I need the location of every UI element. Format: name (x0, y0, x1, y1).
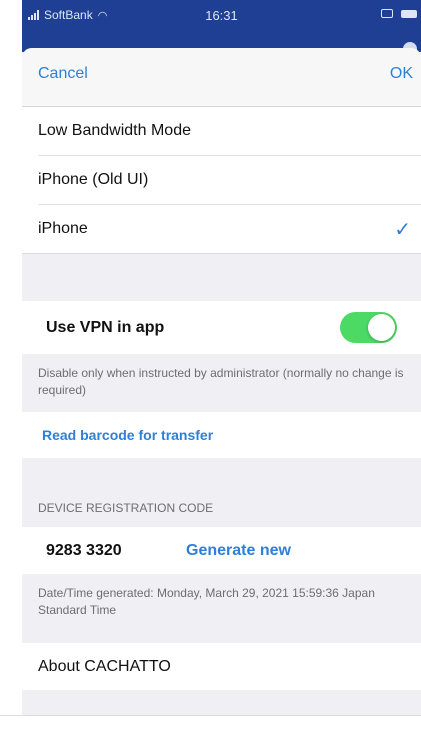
ok-button[interactable]: OK (390, 65, 413, 83)
status-time: 16:31 (205, 8, 238, 23)
ui-mode-low-bandwidth[interactable]: Low Bandwidth Mode (22, 107, 421, 155)
frame-bottom-border (0, 715, 421, 716)
ui-mode-list: Low Bandwidth Mode iPhone (Old UI) iPhon… (22, 107, 421, 253)
nav-bar: Cancel OK (22, 48, 421, 107)
registration-code: 9283 3320 (46, 541, 122, 559)
battery-icon (401, 9, 417, 18)
about-label: About CACHATTO (38, 657, 171, 675)
ui-mode-iphone[interactable]: iPhone ✓ (22, 205, 421, 253)
toggle-knob (368, 314, 395, 341)
vpn-label: Use VPN in app (46, 318, 165, 336)
checkmark-icon: ✓ (394, 219, 411, 241)
screenshot-frame: SoftBank ◠ 16:31 Cancel OK Low Bandwidth… (0, 0, 421, 732)
generated-date-note: Date/Time generated: Monday, March 29, 2… (38, 586, 375, 617)
phone-screen: SoftBank ◠ 16:31 Cancel OK Low Bandwidth… (22, 0, 421, 715)
ui-mode-iphone-old[interactable]: iPhone (Old UI) (22, 156, 421, 204)
ui-mode-label: Low Bandwidth Mode (38, 122, 191, 139)
registration-header: DEVICE REGISTRATION CODE (38, 501, 214, 515)
generate-new-button[interactable]: Generate new (186, 542, 291, 560)
vpn-toggle[interactable] (340, 312, 397, 343)
ui-mode-label: iPhone (Old UI) (38, 171, 149, 188)
settings-sheet: Cancel OK Low Bandwidth Mode iPhone (Old… (22, 48, 421, 715)
read-barcode-link[interactable]: Read barcode for transfer (22, 427, 213, 443)
status-bar: SoftBank ◠ 16:31 (22, 0, 421, 56)
vpn-note: Disable only when instructed by administ… (38, 366, 404, 397)
about-row[interactable]: About CACHATTO (22, 643, 421, 690)
status-right (381, 9, 417, 18)
ui-mode-label: iPhone (38, 220, 88, 237)
vpn-row: Use VPN in app (22, 301, 421, 354)
airplay-icon (381, 9, 393, 18)
barcode-row: Read barcode for transfer (22, 412, 421, 458)
cancel-button[interactable]: Cancel (38, 65, 88, 83)
registration-code-row: 9283 3320 Generate new (22, 527, 421, 574)
